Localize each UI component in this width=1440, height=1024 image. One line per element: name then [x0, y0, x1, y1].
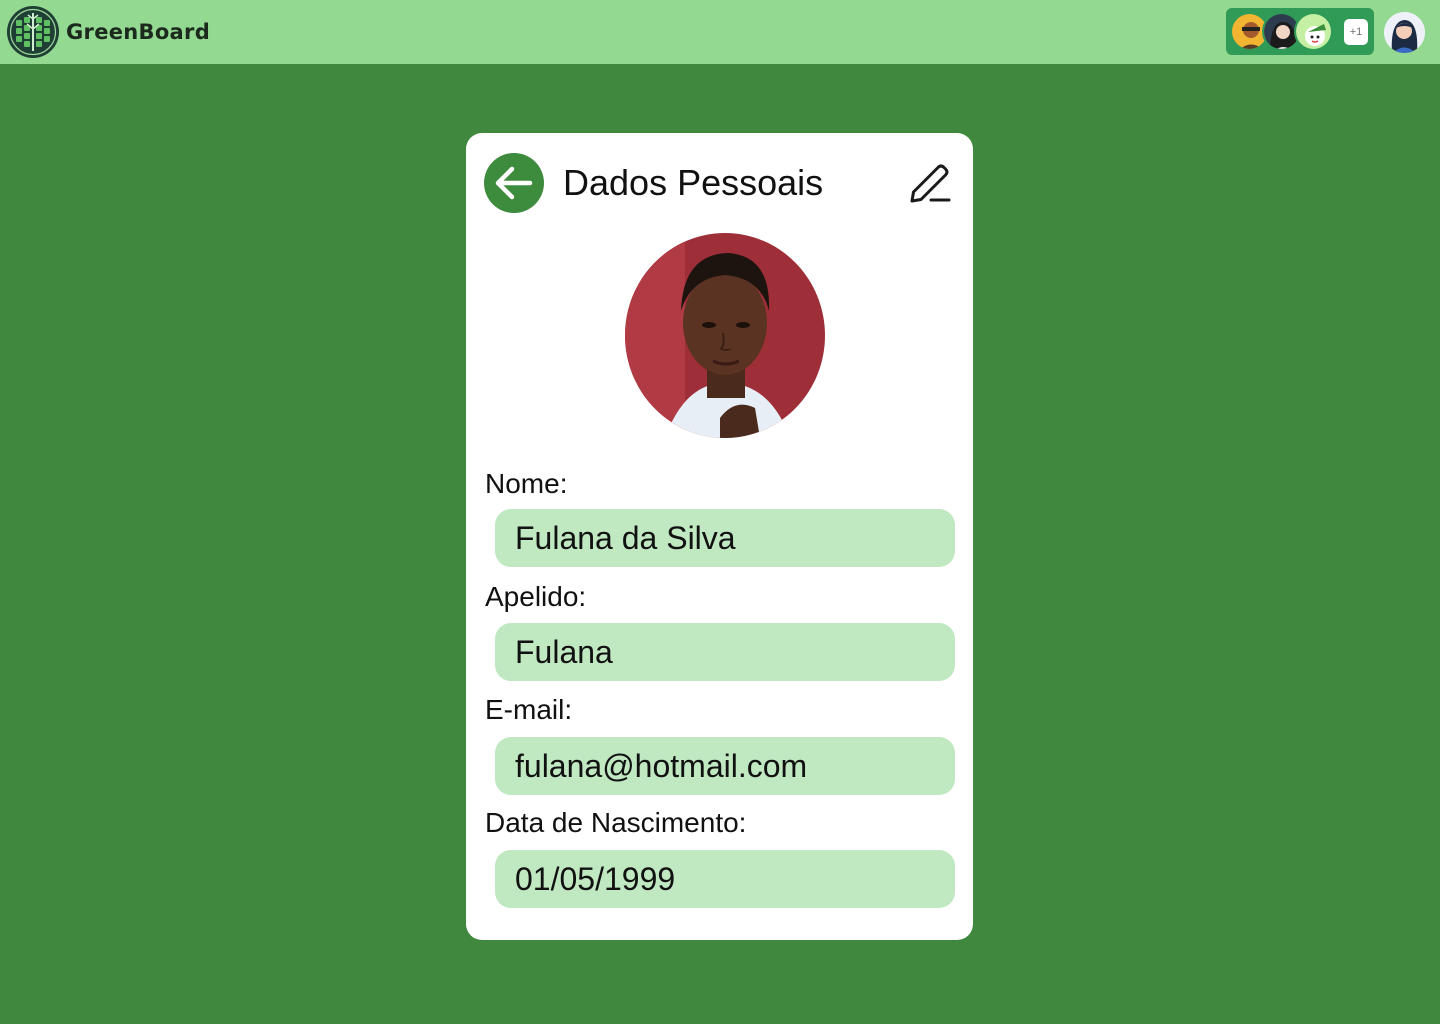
- user-avatar[interactable]: [1384, 12, 1425, 53]
- collaborators-group[interactable]: +1: [1226, 8, 1374, 55]
- top-bar: GreenBoard +1: [0, 0, 1440, 64]
- brand[interactable]: GreenBoard: [6, 5, 210, 59]
- nickname-field[interactable]: [495, 623, 955, 681]
- user-avatar-icon: [1384, 12, 1425, 53]
- email-label: E-mail:: [485, 694, 573, 725]
- more-collaborators-badge[interactable]: +1: [1344, 19, 1368, 45]
- tree-grid-logo-icon: [7, 6, 59, 58]
- collaborator-avatar-3[interactable]: [1294, 12, 1333, 51]
- personal-data-card: Dados Pessoais Nome: Apelido: E-mail: Da…: [466, 133, 973, 940]
- profile-photo[interactable]: [625, 233, 825, 438]
- page-title: Dados Pessoais: [563, 162, 824, 203]
- pencil-icon: [910, 164, 951, 203]
- email-field[interactable]: [495, 737, 955, 795]
- edit-button[interactable]: [906, 159, 954, 207]
- name-field[interactable]: [495, 509, 955, 567]
- name-label: Nome:: [485, 468, 568, 499]
- nickname-label: Apelido:: [485, 581, 587, 612]
- birth-date-field[interactable]: [495, 850, 955, 908]
- arrow-left-icon: [495, 166, 533, 200]
- app-name: GreenBoard: [66, 20, 211, 44]
- avatar-3-icon: [1296, 14, 1331, 49]
- back-button[interactable]: [484, 153, 544, 213]
- profile-photo-image: [625, 233, 825, 438]
- birth-date-label: Data de Nascimento:: [485, 807, 747, 838]
